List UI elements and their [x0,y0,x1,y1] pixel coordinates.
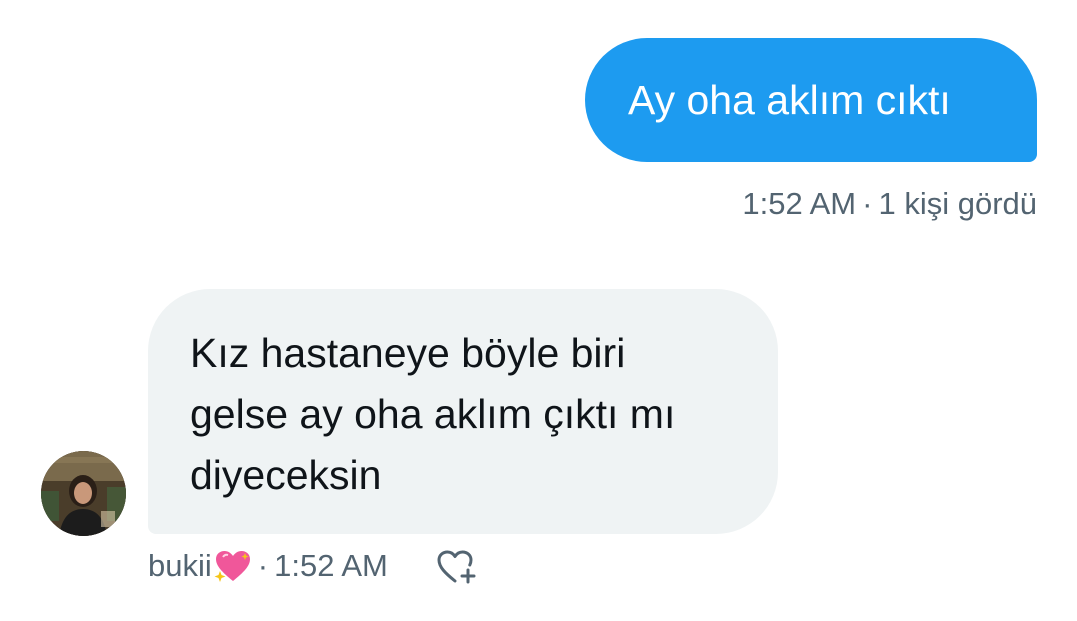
received-message-line: gelse ay oha aklım çıktı mı [190,391,676,437]
sparkling-heart-icon [214,549,252,583]
sent-message-text: Ay oha aklım cıktı [628,77,951,123]
sent-message-meta: 1:52 AM · 1 kişi gördü [742,186,1037,222]
received-message-meta: bukii · 1:52 AM [148,548,388,584]
received-message-time: 1:52 AM [274,548,388,583]
meta-separator: · [257,548,269,583]
sent-message-bubble[interactable]: Ay oha aklım cıktı [585,38,1037,162]
sender-avatar[interactable] [41,451,126,536]
received-message-line: Kız hastaneye böyle biri [190,330,626,376]
meta-separator: · [862,186,873,221]
sent-message-time: 1:52 AM [742,186,857,221]
received-message-line: diyeceksin [190,452,382,498]
seen-status: 1 kişi gördü [878,186,1037,221]
sender-name[interactable]: bukii [148,548,212,584]
add-reaction-heart-icon[interactable] [436,548,478,586]
avatar-image [41,451,126,536]
received-message-bubble[interactable]: Kız hastaneye böyle biri gelse ay oha ak… [148,289,778,534]
